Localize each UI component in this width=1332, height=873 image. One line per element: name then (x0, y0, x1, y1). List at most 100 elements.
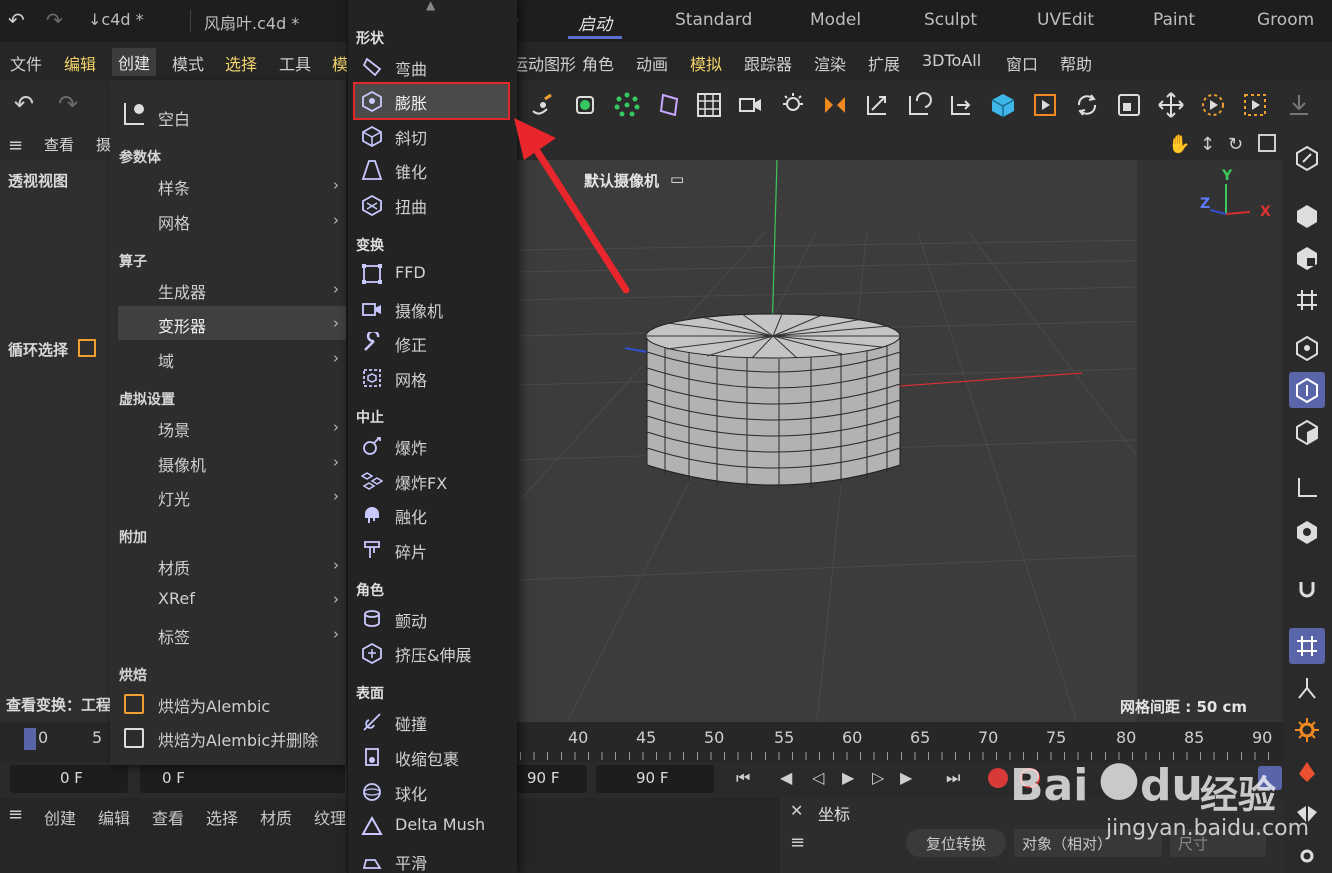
deformer-ffd[interactable]: FFD (395, 263, 426, 282)
deformer-explosion-fx[interactable]: 爆炸FX (395, 470, 447, 494)
view-menu-label[interactable]: 查看 (44, 134, 74, 155)
deformer-mesh[interactable]: 网格 (395, 367, 427, 391)
deformer-explosion[interactable]: 爆炸 (395, 435, 427, 459)
frame-end-field[interactable]: 90 F (517, 765, 587, 793)
goto-start-icon[interactable]: ⏮ (736, 768, 750, 788)
deformer-spherify[interactable]: 球化 (395, 781, 427, 805)
menu-character[interactable]: 角色 (582, 51, 614, 75)
rotate-view-icon[interactable]: ↻ (1228, 134, 1243, 155)
tab-launch[interactable]: 启动 (578, 10, 612, 35)
create-empty[interactable]: 空白 (158, 106, 190, 130)
menu-animation[interactable]: 动画 (636, 51, 668, 75)
grid-snap-icon[interactable] (1289, 628, 1325, 664)
menu-file[interactable]: 文件 (10, 51, 42, 75)
camera-menu-label[interactable]: 摄 (96, 134, 111, 155)
prev-frame-icon[interactable]: ◁ (812, 768, 824, 787)
edit-pen-icon[interactable] (1289, 140, 1325, 176)
loop-select-label[interactable]: 循环选择 (8, 339, 68, 360)
tab-groom[interactable]: Groom (1257, 10, 1314, 30)
rotate-axis-icon[interactable] (902, 88, 936, 122)
timeline-playhead[interactable] (24, 728, 36, 750)
menu-extensions[interactable]: 扩展 (868, 51, 900, 75)
tab-paint[interactable]: Paint (1153, 10, 1195, 30)
tab-uvedit[interactable]: UVEdit (1037, 10, 1094, 30)
create-generator[interactable]: 生成器 (158, 279, 206, 303)
play-icon[interactable]: ▶ (842, 768, 854, 787)
deformer-camera[interactable]: 摄像机 (395, 298, 443, 322)
box-select-icon[interactable] (1238, 88, 1272, 122)
menu-3dtoall[interactable]: 3DToAll (922, 51, 981, 70)
next-frame-icon[interactable]: ▷ (872, 768, 884, 787)
light-st-icon[interactable] (776, 88, 810, 122)
frame-start-field[interactable]: 0 F (10, 765, 128, 793)
deformer-twist[interactable]: 扭曲 (395, 194, 427, 218)
menu-tools[interactable]: 工具 (279, 51, 311, 75)
scroll-up-icon[interactable]: ▲ (426, 0, 435, 12)
snap-magnet-icon[interactable] (1289, 570, 1325, 606)
toolbar-undo-icon[interactable]: ↶ (14, 90, 34, 118)
bottom-menu-select[interactable]: 选择 (206, 805, 238, 829)
polygons-mode-icon[interactable] (1289, 414, 1325, 450)
create-xref[interactable]: XRef (158, 589, 195, 608)
gear-orange-icon[interactable] (1289, 712, 1325, 748)
bottom-menu-texture[interactable]: 纹理 (314, 805, 346, 829)
menu-create[interactable]: 创建 (112, 48, 157, 76)
create-field[interactable]: 域 (158, 348, 174, 372)
hamburger-icon[interactable]: ≡ (8, 135, 23, 156)
bottom-hamburger-icon[interactable]: ≡ (8, 804, 23, 825)
refresh-icon[interactable] (1070, 88, 1104, 122)
texture-mode-icon[interactable] (1289, 240, 1325, 276)
axis-mode-icon[interactable] (1289, 470, 1325, 506)
deformer-collision[interactable]: 碰撞 (395, 711, 427, 735)
deformer-bevel[interactable]: 斜切 (395, 125, 427, 149)
toolbar-redo-icon[interactable]: ↷ (58, 90, 78, 118)
scale-tool-icon[interactable] (1112, 88, 1146, 122)
symmetry-icon[interactable] (818, 88, 852, 122)
bottom-menu-create[interactable]: 创建 (44, 805, 76, 829)
tab-model[interactable]: Model (810, 10, 861, 30)
bottom-menu-material[interactable]: 材质 (260, 805, 292, 829)
menu-help[interactable]: 帮助 (1060, 51, 1092, 75)
menu-mode[interactable]: 模式 (172, 51, 204, 75)
camera-icon[interactable]: ▭ (670, 170, 684, 188)
download-icon[interactable] (1282, 88, 1316, 122)
menu-window[interactable]: 窗口 (1006, 51, 1038, 75)
camera-st-icon[interactable] (734, 88, 768, 122)
menu-mesh[interactable]: 模 (332, 51, 348, 75)
points-mode-icon[interactable] (1289, 330, 1325, 366)
deformer-delta-mush[interactable]: Delta Mush (395, 815, 485, 834)
live-select-icon[interactable] (1196, 88, 1230, 122)
maximize-view-icon[interactable] (1258, 134, 1276, 152)
create-scene[interactable]: 场景 (158, 417, 190, 441)
deformer-melt[interactable]: 融化 (395, 504, 427, 528)
deformer-squash-stretch[interactable]: 挤压&伸展 (395, 642, 471, 666)
deformer-bend[interactable]: 弯曲 (395, 56, 427, 80)
create-material[interactable]: 材质 (158, 555, 190, 579)
tab-standard[interactable]: Standard (675, 10, 752, 30)
menu-select[interactable]: 选择 (225, 51, 257, 75)
loop-select-icon[interactable] (78, 339, 96, 357)
axis-arrow-icon[interactable] (860, 88, 894, 122)
coords-hamburger-icon[interactable]: ≡ (790, 832, 805, 853)
edges-mode-icon[interactable] (1289, 372, 1325, 408)
next-key-icon[interactable]: ▶ (900, 768, 912, 787)
create-bake-alembic-delete[interactable]: 烘焙为Alembic并删除 (158, 727, 318, 751)
cube-icon[interactable] (986, 88, 1020, 122)
scale-axis-icon[interactable] (944, 88, 978, 122)
frame-current-field[interactable]: 0 F (140, 765, 345, 793)
deformer-bulge[interactable]: 膨胀 (395, 90, 427, 114)
close-panel-icon[interactable]: ✕ (790, 801, 803, 820)
file-tab-2[interactable]: 风扇叶.c4d * (204, 10, 299, 34)
create-deformer[interactable]: 变形器 (158, 313, 206, 337)
hand-pan-icon[interactable]: ✋ (1168, 134, 1190, 155)
create-mesh[interactable]: 网格 (158, 210, 190, 234)
create-spline[interactable]: 样条 (158, 175, 190, 199)
menu-mograph[interactable]: 运动图形 (512, 51, 576, 75)
prev-key-icon[interactable]: ◀ (780, 768, 792, 787)
menu-edit[interactable]: 编辑 (64, 51, 96, 75)
paint-drop-icon[interactable] (1289, 754, 1325, 790)
menu-tracker[interactable]: 跟踪器 (744, 51, 792, 75)
goto-end-icon[interactable]: ⏭ (946, 768, 960, 788)
joint-icon[interactable] (1289, 670, 1325, 706)
frame-preview-end-field[interactable]: 90 F (596, 765, 714, 793)
